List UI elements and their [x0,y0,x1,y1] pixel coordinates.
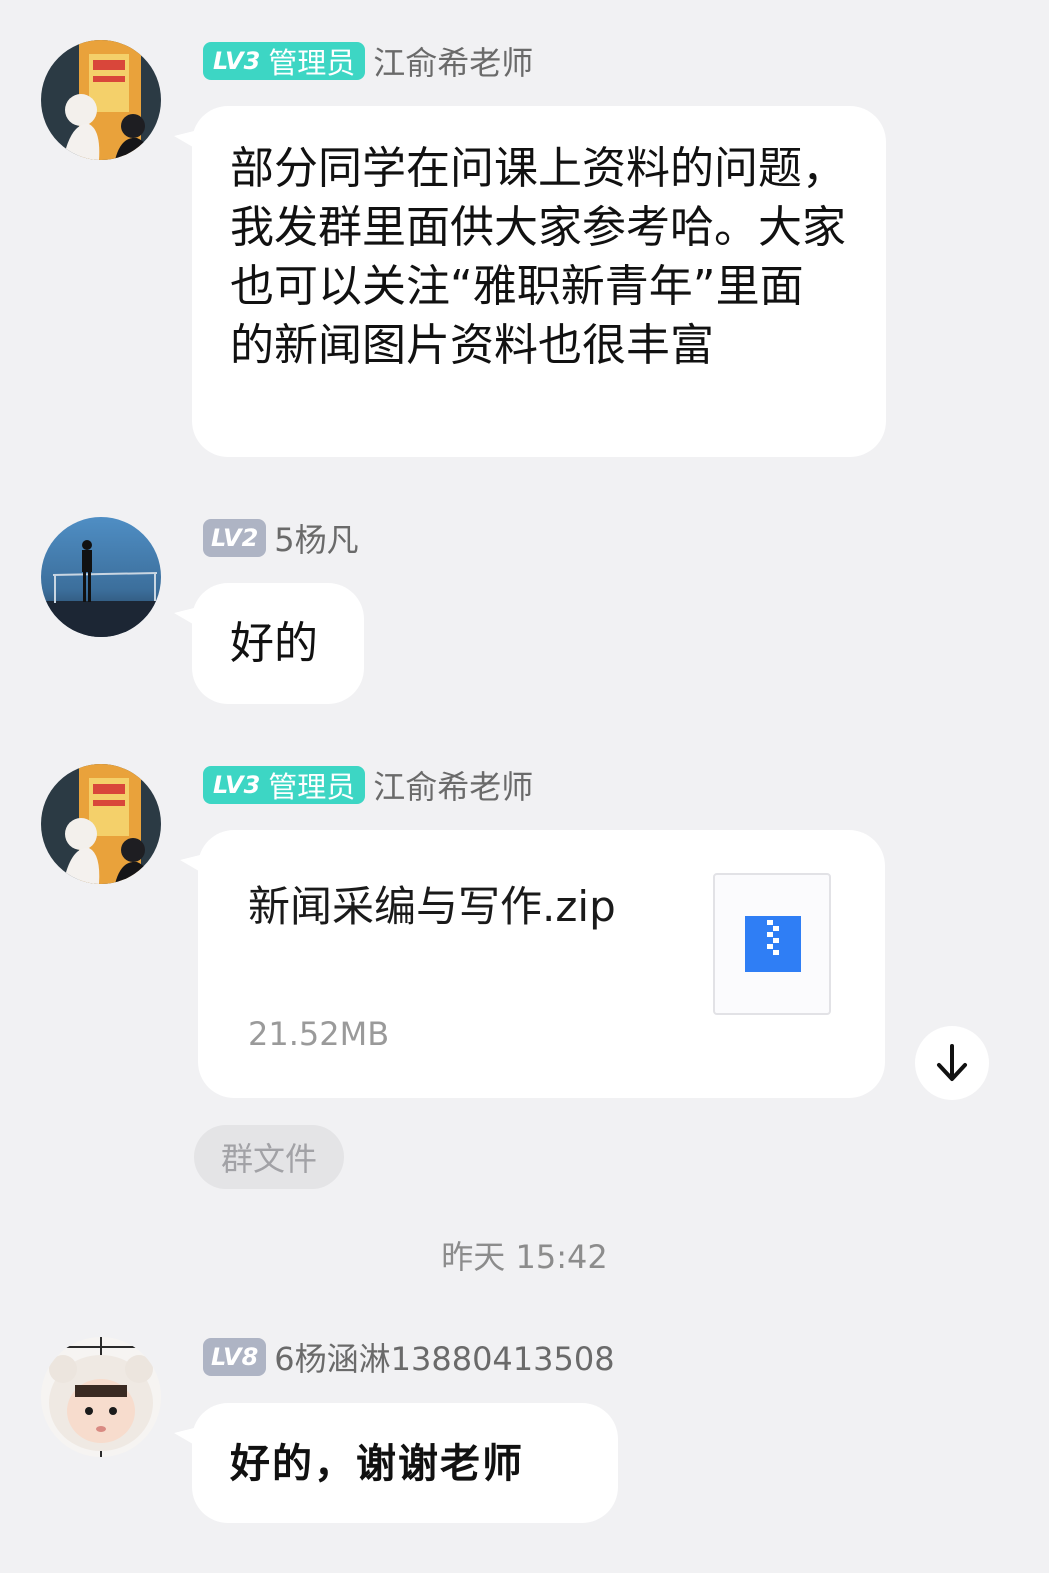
role-label: 管理员 [268,46,356,80]
sender-avatar[interactable] [41,517,161,637]
sender-avatar[interactable] [41,40,161,160]
download-button[interactable] [915,1026,989,1100]
message-text: 好的 [230,618,318,669]
message-bubble[interactable]: 好的 [174,583,364,704]
level-label: LV2 [211,524,259,552]
sender-meta: LV8 6杨涵淋13880413508 [203,1334,615,1380]
message-text: 好的，谢谢老师 [230,1440,524,1487]
level-label: LV3 [213,771,261,799]
message-text: 部分同学在问课上资料的问题，我发群里面供大家参考哈。大家也可以关注“雅职新青年”… [230,143,846,371]
file-name: 新闻采编与写作.zip [248,882,616,931]
teacher-photo-avatar [41,40,161,160]
silhouette-photo-avatar [41,517,161,637]
file-thumbnail [713,873,831,1015]
role-label: 管理员 [268,770,356,804]
level-label: LV3 [213,47,261,75]
file-message-card[interactable]: 新闻采编与写作.zip 21.52MB [180,830,885,1098]
sender-meta: LV3 管理员 江俞希老师 [203,762,533,808]
sender-name[interactable]: 5杨凡 [274,515,358,561]
message-bubble[interactable]: 部分同学在问课上资料的问题，我发群里面供大家参考哈。大家也可以关注“雅职新青年”… [174,106,886,457]
admin-level-badge: LV3 管理员 [203,766,366,804]
admin-level-badge: LV3 管理员 [203,42,366,80]
level-badge: LV2 [203,519,267,557]
level-label: LV8 [211,1343,259,1371]
message-bubble[interactable]: 好的，谢谢老师 [174,1403,618,1523]
sender-name[interactable]: 6杨涵淋13880413508 [274,1334,614,1380]
baby-photo-avatar [41,1337,161,1457]
sender-meta: LV3 管理员 江俞希老师 [203,38,533,84]
sender-avatar[interactable] [41,764,161,884]
teacher-photo-avatar [41,764,161,884]
file-size: 21.52MB [248,1015,390,1053]
zip-file-icon [745,916,801,972]
timestamp-divider: 昨天 15:42 [441,1238,608,1276]
sender-name[interactable]: 江俞希老师 [373,762,533,808]
sender-avatar[interactable] [41,1337,161,1457]
group-files-tag[interactable]: 群文件 [194,1125,344,1189]
sender-name[interactable]: 江俞希老师 [373,38,533,84]
download-arrow-icon [937,1044,967,1081]
level-badge: LV8 [203,1338,267,1376]
sender-meta: LV2 5杨凡 [203,515,359,561]
